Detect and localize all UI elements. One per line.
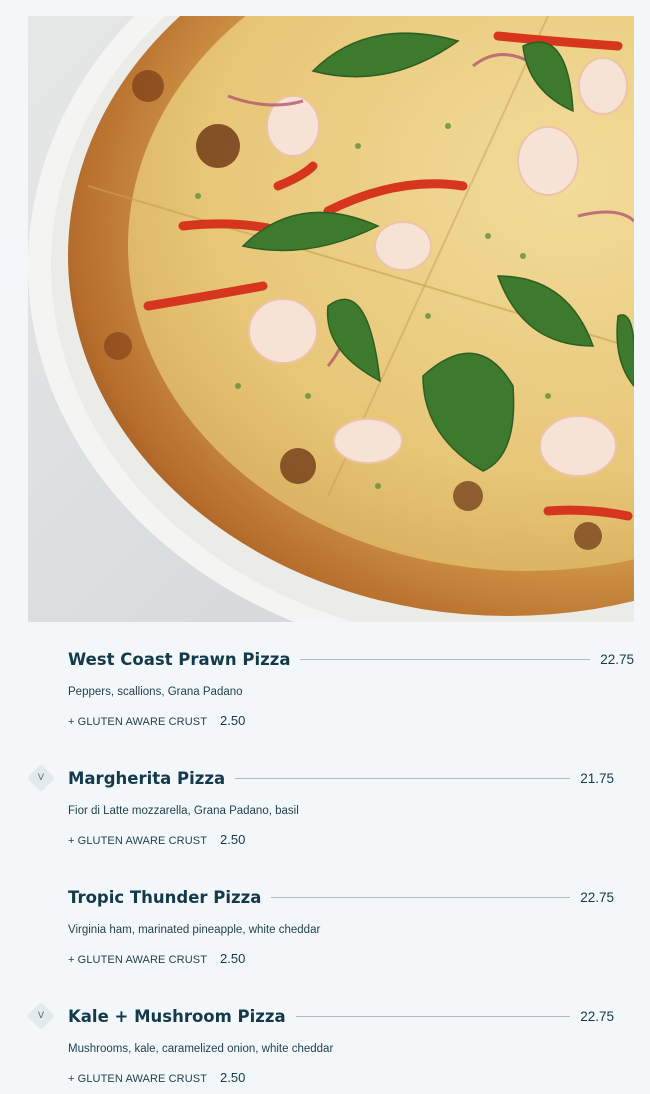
vegetarian-badge-label: V (37, 773, 45, 783)
dotted-leader-line (295, 1016, 571, 1017)
menu-item[interactable]: V Margherita Pizza 21.75 Fior di Latte m… (0, 759, 650, 878)
addon-label: + GLUTEN AWARE CRUST (68, 1073, 208, 1085)
addon-label: + GLUTEN AWARE CRUST (68, 835, 208, 847)
menu-item-description: Fior di Latte mozzarella, Grana Padano, … (68, 805, 299, 817)
menu-item-description: Virginia ham, marinated pineapple, white… (68, 924, 321, 936)
menu-item-title-row: Tropic Thunder Pizza 22.75 (68, 888, 614, 907)
menu-item-addon[interactable]: + GLUTEN AWARE CRUST 2.50 (68, 832, 245, 847)
menu-item-description: Peppers, scallions, Grana Padano (68, 686, 243, 698)
menu-item-title-row: West Coast Prawn Pizza 22.75 (68, 650, 634, 669)
pizza-photo (28, 16, 634, 622)
menu-item-title-row: Kale + Mushroom Pizza 22.75 (68, 1007, 614, 1026)
vegetarian-badge-label: V (37, 1011, 45, 1021)
menu-page: West Coast Prawn Pizza 22.75 Peppers, sc… (0, 0, 650, 1094)
vegetarian-badge-icon: V (26, 1001, 56, 1031)
addon-price: 2.50 (220, 832, 246, 847)
addon-label: + GLUTEN AWARE CRUST (68, 716, 208, 728)
menu-item-addon[interactable]: + GLUTEN AWARE CRUST 2.50 (68, 951, 245, 966)
menu-item-title-row: Margherita Pizza 21.75 (68, 769, 614, 788)
menu-item-price: 22.75 (600, 652, 634, 667)
addon-price: 2.50 (220, 713, 246, 728)
menu-item-description: Mushrooms, kale, caramelized onion, whit… (68, 1043, 334, 1055)
menu-item[interactable]: Tropic Thunder Pizza 22.75 Virginia ham,… (0, 878, 650, 997)
pizza-illustration (28, 16, 634, 622)
menu-item[interactable]: V Kale + Mushroom Pizza 22.75 Mushrooms,… (0, 997, 650, 1094)
addon-label: + GLUTEN AWARE CRUST (68, 954, 208, 966)
menu-list: West Coast Prawn Pizza 22.75 Peppers, sc… (0, 640, 650, 1094)
menu-item-name: Kale + Mushroom Pizza (68, 1007, 286, 1026)
menu-item-addon[interactable]: + GLUTEN AWARE CRUST 2.50 (68, 713, 245, 728)
addon-price: 2.50 (220, 1070, 246, 1085)
menu-item-name: Tropic Thunder Pizza (68, 888, 262, 907)
menu-item-name: Margherita Pizza (68, 769, 226, 788)
menu-item[interactable]: West Coast Prawn Pizza 22.75 Peppers, sc… (0, 640, 650, 759)
dotted-leader-line (235, 778, 571, 779)
addon-price: 2.50 (220, 951, 246, 966)
menu-item-price: 22.75 (580, 890, 614, 905)
menu-item-price: 22.75 (580, 1009, 614, 1024)
vegetarian-badge-icon: V (26, 763, 56, 793)
dotted-leader-line (300, 659, 591, 660)
dotted-leader-line (271, 897, 571, 898)
menu-item-name: West Coast Prawn Pizza (68, 650, 291, 669)
menu-item-price: 21.75 (580, 771, 614, 786)
menu-item-addon[interactable]: + GLUTEN AWARE CRUST 2.50 (68, 1070, 245, 1085)
